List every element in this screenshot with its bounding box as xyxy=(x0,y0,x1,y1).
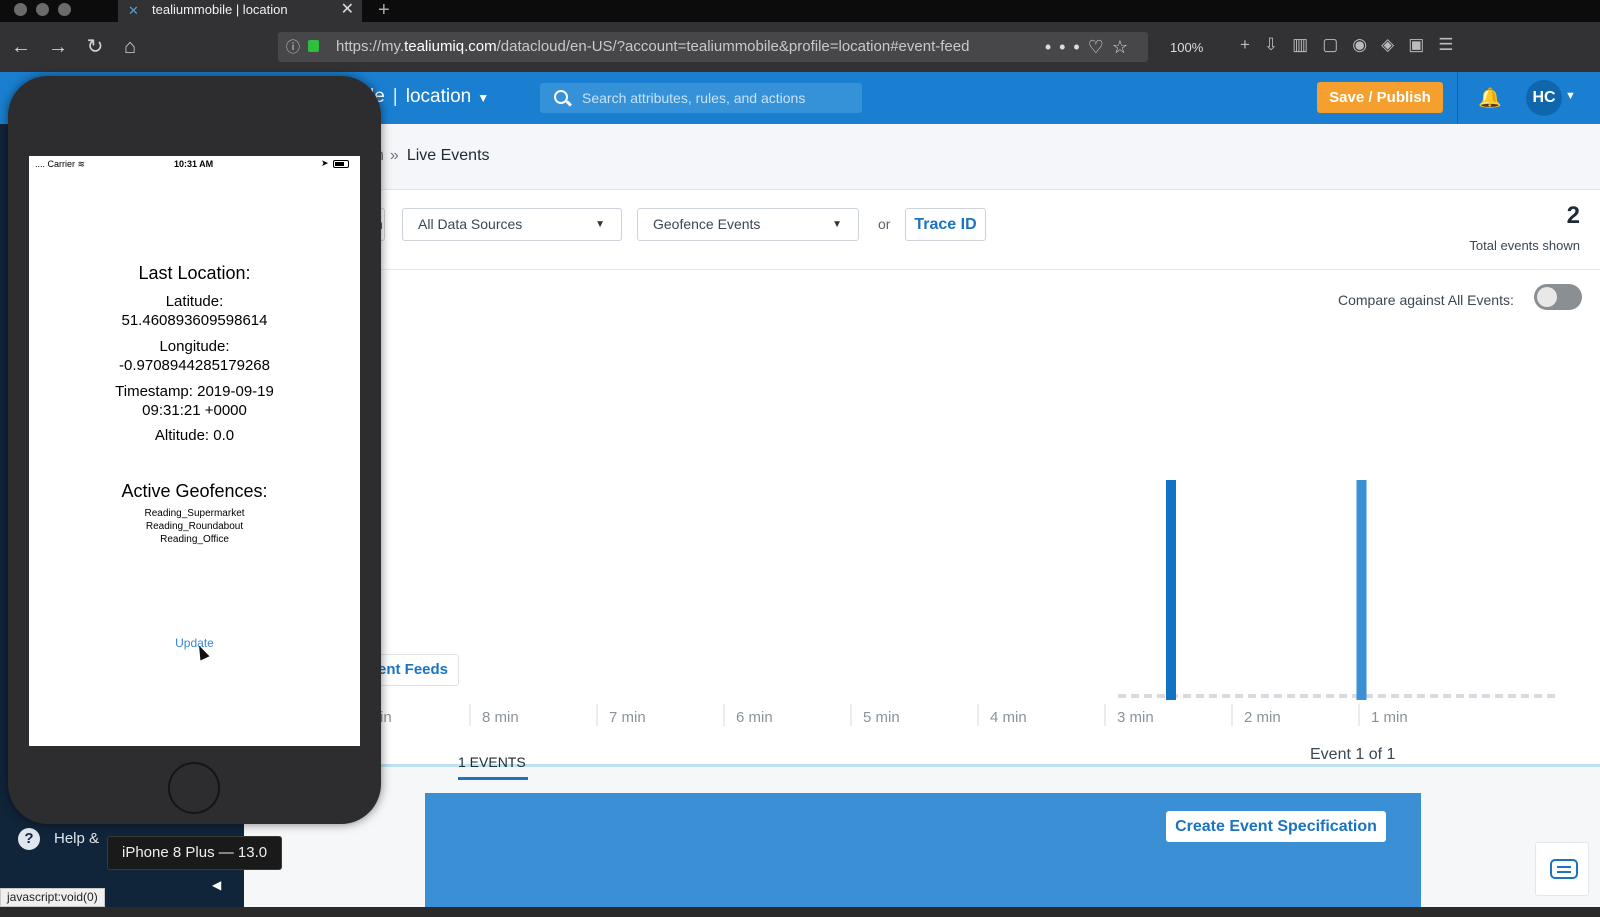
breadcrumb-bar: n»Live Events xyxy=(244,124,1600,190)
event-type-value: Geofence Events xyxy=(653,216,761,232)
carrier-label: .... Carrier ≋ xyxy=(35,159,86,169)
total-events-label: Total events shown xyxy=(1469,238,1580,253)
page-actions-icons[interactable]: •••♡☆ xyxy=(1038,32,1136,62)
header-divider xyxy=(1457,72,1458,124)
main-content: n»Live Events n All Data Sources ▼ Geofe… xyxy=(244,124,1600,907)
url-prefix: https://my. xyxy=(336,38,405,55)
total-events-count: 2 xyxy=(1566,202,1580,229)
forward-icon[interactable]: → xyxy=(45,34,71,60)
url-bar[interactable]: ⓘ https://my.tealiumiq.com/datacloud/en-… xyxy=(278,32,1148,62)
chat-button[interactable] xyxy=(1535,842,1589,896)
event-feeds-tab[interactable]: ent Feeds xyxy=(376,654,460,686)
notifications-bell-icon[interactable]: 🔔 xyxy=(1478,86,1502,110)
trace-id-button[interactable]: Trace ID xyxy=(905,208,986,241)
url-domain: tealiumiq.com xyxy=(404,38,497,55)
latitude-label: Latitude: xyxy=(165,293,224,310)
active-geofences-title: Active Geofences: xyxy=(121,481,268,501)
save-publish-button[interactable]: Save / Publish xyxy=(1317,82,1443,113)
longitude-label: Longitude: xyxy=(159,338,230,355)
chevron-down-icon: ▼ xyxy=(477,91,490,105)
timestamp-line2: 09:31:21 +0000 xyxy=(142,402,247,419)
chevron-down-icon: ▼ xyxy=(832,219,842,230)
breadcrumb-current: Live Events xyxy=(406,147,490,164)
help-label: Help & xyxy=(54,830,100,847)
x-axis-tick-label: 5 min xyxy=(863,709,900,726)
create-event-specification-button[interactable]: Create Event Specification xyxy=(1166,811,1386,842)
avatar[interactable]: HC xyxy=(1526,80,1562,116)
x-axis-tick-label: 6 min xyxy=(736,709,773,726)
new-tab-icon[interactable]: + xyxy=(378,0,390,22)
info-icon[interactable]: ⓘ xyxy=(286,32,300,62)
geofence-item: Reading_Office xyxy=(160,534,229,545)
tealium-favicon-icon: ✕ xyxy=(128,3,139,18)
home-icon[interactable]: ⌂ xyxy=(117,34,143,60)
chevron-down-icon[interactable]: ▼ xyxy=(1565,90,1576,102)
geofence-item: Reading_Supermarket xyxy=(144,508,245,519)
minimize-window-icon[interactable] xyxy=(36,3,49,16)
x-axis-tick-label: 1 min xyxy=(1371,709,1408,726)
browser-tab-bar: ✕ tealiummobile | location ✕ + xyxy=(0,0,1600,22)
search-icon xyxy=(554,90,568,104)
breadcrumb-separator-icon: » xyxy=(389,147,399,164)
sidebar-item-help[interactable]: ? Help & xyxy=(18,828,99,850)
reload-icon[interactable]: ↻ xyxy=(82,34,108,60)
profile-separator: | xyxy=(392,86,398,107)
or-label: or xyxy=(878,216,891,232)
url-path: /datacloud/en-US/?account=tealiummobile&… xyxy=(496,38,970,55)
geofence-item: Reading_Roundabout xyxy=(145,521,244,532)
chevron-down-icon: ▼ xyxy=(595,219,605,230)
phone-simulator: .... Carrier ≋ 10:31 AM ➤ Last Location:… xyxy=(8,76,381,824)
event-count: Event 1 of 1 xyxy=(1310,746,1396,763)
data-source-value: All Data Sources xyxy=(418,216,523,232)
simulator-device-label: iPhone 8 Plus — 13.0 xyxy=(107,836,283,870)
x-axis-tick-label: 8 min xyxy=(482,709,519,726)
latitude-value: 51.460893609598614 xyxy=(121,312,268,329)
status-time: 10:31 AM xyxy=(174,159,214,169)
search-input[interactable]: Search attributes, rules, and actions xyxy=(540,83,862,113)
lock-icon xyxy=(308,40,319,52)
altitude-value: Altitude: 0.0 xyxy=(154,427,235,444)
longitude-value: -0.9708944285179268 xyxy=(119,357,270,374)
close-window-icon[interactable] xyxy=(14,3,27,16)
status-url: javascript:void(0) xyxy=(0,888,105,907)
x-axis-tick-label: 2 min xyxy=(1244,709,1281,726)
chat-icon xyxy=(1550,859,1578,879)
x-axis-tick-label: 3 min xyxy=(1117,709,1154,726)
location-arrow-icon: ➤ xyxy=(321,158,329,168)
last-location-title: Last Location: xyxy=(138,263,251,283)
help-icon: ? xyxy=(18,828,40,850)
tab-close-icon[interactable]: ✕ xyxy=(341,0,354,20)
ios-status-bar: .... Carrier ≋ 10:31 AM ➤ xyxy=(29,156,360,172)
chart-bar[interactable] xyxy=(1356,480,1367,700)
browser-tab[interactable]: ✕ tealiummobile | location ✕ xyxy=(118,0,362,22)
browser-extension-icons[interactable]: +⇩▥▢◉◈▣☰ xyxy=(1240,35,1468,55)
event-type-select[interactable]: Geofence Events ▼ xyxy=(637,208,859,241)
carrier-name: Carrier xyxy=(47,159,76,169)
data-source-select[interactable]: All Data Sources ▼ xyxy=(402,208,622,241)
zoom-level[interactable]: 100% xyxy=(1170,40,1203,55)
home-button[interactable] xyxy=(168,762,220,814)
breadcrumb: n»Live Events xyxy=(375,147,490,165)
search-placeholder: Search attributes, rules, and actions xyxy=(582,90,806,106)
dock-strip xyxy=(0,907,1600,917)
maximize-window-icon[interactable] xyxy=(58,3,71,16)
timestamp-line1: Timestamp: 2019-09-19 xyxy=(115,383,274,400)
profile-selector[interactable]: le | location ▼ xyxy=(370,86,489,108)
events-tab-indicator xyxy=(458,777,528,780)
tab-title: tealiummobile | location xyxy=(152,2,288,17)
event-chart: Compare against All Events: in9 min8 min… xyxy=(244,270,1600,764)
chart-svg: in9 min8 min7 min6 min5 min4 min3 min2 m… xyxy=(342,480,1556,726)
profile-name: location xyxy=(405,86,472,107)
x-axis-tick-label: 4 min xyxy=(990,709,1027,726)
battery-icon xyxy=(333,160,349,168)
chart-bar[interactable] xyxy=(1166,480,1176,700)
back-icon[interactable]: ← xyxy=(8,34,34,60)
x-axis-tick-label: 7 min xyxy=(609,709,646,726)
filter-bar: n All Data Sources ▼ Geofence Events ▼ o… xyxy=(244,190,1600,270)
phone-screen: .... Carrier ≋ 10:31 AM ➤ Last Location:… xyxy=(29,156,360,746)
collapse-sidebar-icon[interactable]: ◀ xyxy=(212,878,221,892)
browser-toolbar: ← → ↻ ⌂ ⓘ https://my.tealiumiq.com/datac… xyxy=(0,22,1600,72)
events-tab[interactable]: 1 EVENTS xyxy=(458,754,526,770)
